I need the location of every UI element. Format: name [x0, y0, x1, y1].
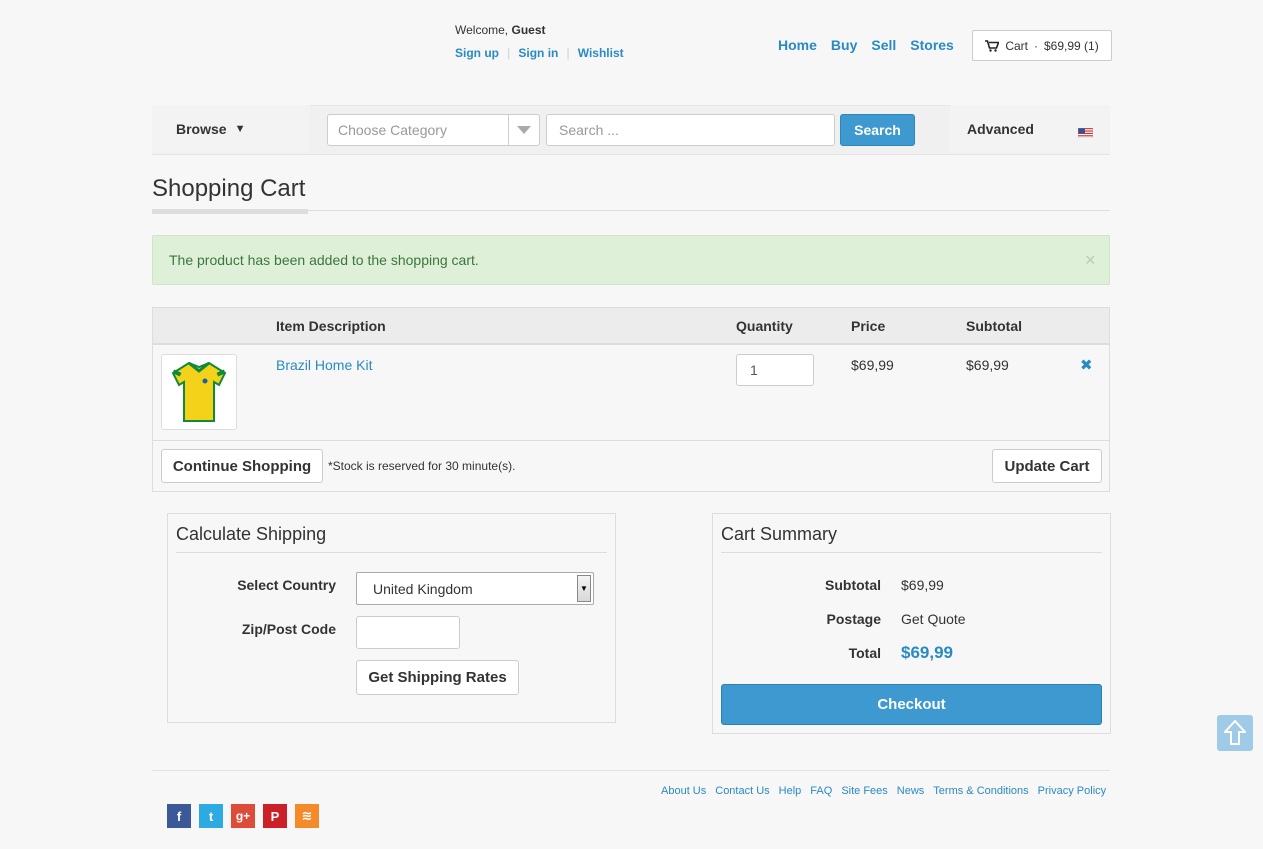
- dropdown-arrow-icon: ▼: [234, 123, 246, 135]
- shipping-title: Calculate Shipping: [176, 524, 327, 544]
- pinterest-icon[interactable]: P: [263, 804, 287, 828]
- nav-buy[interactable]: Buy: [831, 37, 857, 53]
- search-button[interactable]: Search: [840, 114, 915, 146]
- continue-shopping-button[interactable]: Continue Shopping: [161, 449, 323, 483]
- quantity-input[interactable]: 1: [736, 354, 814, 386]
- footer-link-about[interactable]: About Us: [661, 785, 706, 797]
- nav-stores[interactable]: Stores: [910, 37, 954, 53]
- chevron-down-icon: ▼: [577, 575, 591, 602]
- header-quantity: Quantity: [736, 318, 793, 334]
- row-divider: [153, 440, 1109, 441]
- footer-link-news[interactable]: News: [897, 785, 925, 797]
- get-shipping-rates-button[interactable]: Get Shipping Rates: [356, 660, 519, 695]
- us-flag-icon[interactable]: [1078, 128, 1093, 138]
- summary-total-value: $69,99: [901, 643, 953, 662]
- browse-label: Browse: [176, 121, 227, 137]
- zip-label: Zip/Post Code: [241, 621, 336, 637]
- footer-link-privacy[interactable]: Privacy Policy: [1038, 785, 1106, 797]
- nav-sell[interactable]: Sell: [871, 37, 896, 53]
- summary-postage-value: Get Quote: [901, 611, 966, 627]
- checkout-button[interactable]: Checkout: [721, 684, 1102, 725]
- country-select[interactable]: United Kingdom ▼: [356, 572, 594, 605]
- summary-postage-label: Postage: [826, 611, 881, 627]
- chevron-down-icon: [508, 115, 539, 145]
- nav-home[interactable]: Home: [778, 37, 817, 53]
- footer-links: About Us Contact Us Help FAQ Site Fees N…: [661, 785, 1115, 797]
- summary-title: Cart Summary: [721, 524, 838, 544]
- twitter-icon[interactable]: t: [199, 804, 223, 828]
- main-nav: Home Buy Sell Stores: [778, 37, 968, 53]
- update-cart-button[interactable]: Update Cart: [992, 449, 1102, 483]
- summary-subtotal-value: $69,99: [901, 577, 944, 593]
- footer-link-terms[interactable]: Terms & Conditions: [933, 785, 1028, 797]
- footer-divider: [152, 770, 1110, 771]
- arrow-up-icon: [1224, 720, 1246, 745]
- welcome-user: Guest: [511, 23, 546, 37]
- jersey-image: [171, 361, 227, 422]
- summary-total-label: Total: [848, 645, 881, 661]
- user-links: Sign up | Sign in | Wishlist: [455, 46, 624, 60]
- cart-total: $69,99 (1): [1043, 38, 1099, 53]
- cart-label: Cart: [1005, 38, 1028, 53]
- scroll-to-top-button[interactable]: [1217, 715, 1253, 751]
- footer-link-faq[interactable]: FAQ: [810, 785, 832, 797]
- header-price: Price: [851, 318, 886, 334]
- search-placeholder: Search ...: [559, 122, 619, 138]
- success-alert: The product has been added to the shoppi…: [152, 235, 1110, 285]
- welcome-text: Welcome, Guest: [455, 23, 546, 37]
- category-select[interactable]: Choose Category: [327, 114, 540, 146]
- rss-icon[interactable]: ≋: [295, 804, 319, 828]
- remove-item-icon[interactable]: ✖: [1080, 356, 1093, 374]
- link-separator: |: [507, 46, 511, 60]
- item-subtotal: $69,99: [966, 357, 1009, 373]
- wishlist-link[interactable]: Wishlist: [578, 46, 624, 60]
- link-separator: |: [566, 46, 570, 60]
- footer-link-contact[interactable]: Contact Us: [715, 785, 769, 797]
- header-item-description: Item Description: [276, 318, 386, 334]
- footer-link-help[interactable]: Help: [779, 785, 802, 797]
- category-placeholder: Choose Category: [338, 122, 447, 138]
- summary-divider: [721, 552, 1102, 553]
- cart-button[interactable]: Cart · $69,99 (1): [972, 30, 1112, 61]
- country-value: United Kingdom: [373, 580, 473, 597]
- search-input[interactable]: Search ...: [546, 114, 835, 146]
- zip-input[interactable]: [356, 616, 460, 649]
- header-subtotal: Subtotal: [966, 318, 1022, 334]
- shipping-divider: [176, 552, 607, 553]
- sign-in-link[interactable]: Sign in: [518, 46, 558, 60]
- page-title: Shopping Cart: [152, 175, 306, 202]
- item-price: $69,99: [851, 357, 894, 373]
- product-thumbnail[interactable]: [161, 354, 237, 430]
- advanced-label: Advanced: [967, 121, 1034, 137]
- country-label: Select Country: [237, 577, 336, 593]
- welcome-prefix: Welcome,: [455, 23, 509, 37]
- footer-link-site-fees[interactable]: Site Fees: [841, 785, 887, 797]
- sign-up-link[interactable]: Sign up: [455, 46, 499, 60]
- item-name-link[interactable]: Brazil Home Kit: [276, 357, 372, 373]
- shopping-cart-icon: [985, 39, 1000, 52]
- social-links: f t g+ P ≋: [167, 804, 319, 828]
- browse-menu-button[interactable]: Browse ▼: [152, 105, 310, 153]
- facebook-icon[interactable]: f: [167, 804, 191, 828]
- stock-note: *Stock is reserved for 30 minute(s).: [328, 459, 516, 473]
- alert-text: The product has been added to the shoppi…: [169, 252, 479, 268]
- cart-separator: ·: [1033, 38, 1038, 53]
- close-icon[interactable]: ×: [1085, 250, 1096, 271]
- summary-subtotal-label: Subtotal: [825, 577, 881, 593]
- title-underline: [152, 209, 308, 214]
- google-plus-icon[interactable]: g+: [231, 804, 255, 828]
